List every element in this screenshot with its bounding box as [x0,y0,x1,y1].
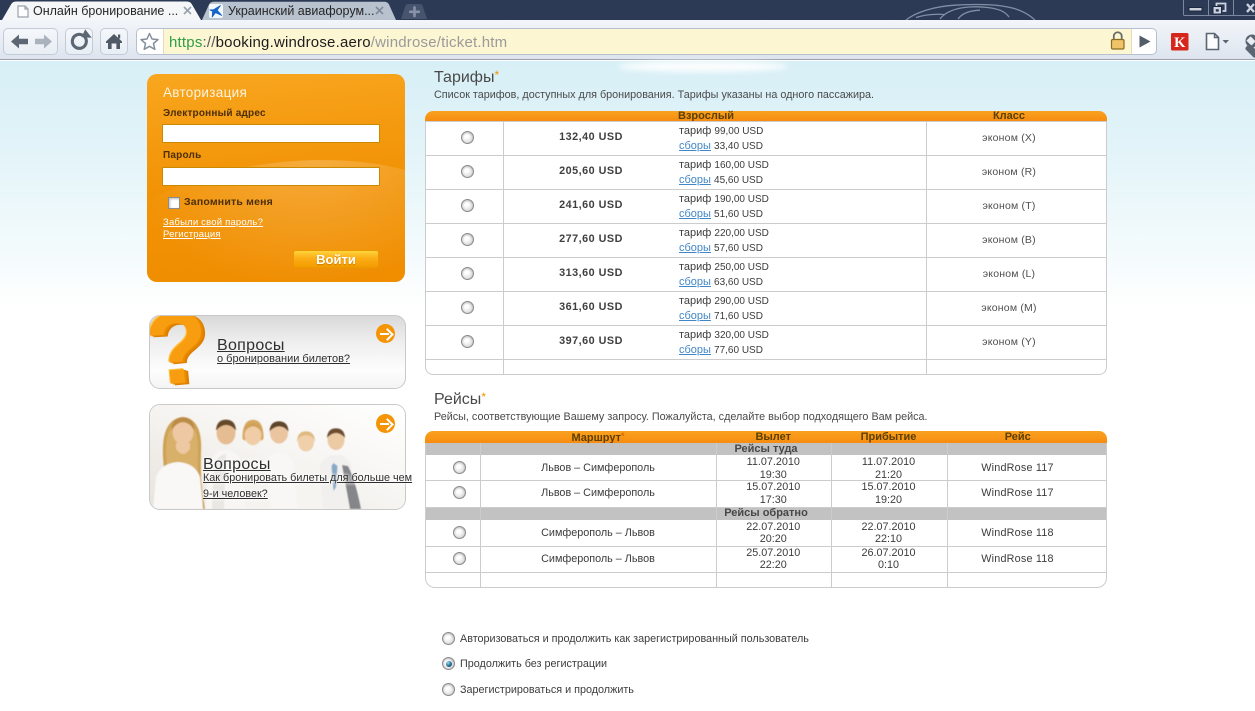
svg-text:Украинский авиафорум...: Украинский авиафорум... [228,4,375,18]
svg-text:K: K [1174,35,1186,51]
svg-text:Онлайн бронирование ...: Онлайн бронирование ... [33,4,178,18]
